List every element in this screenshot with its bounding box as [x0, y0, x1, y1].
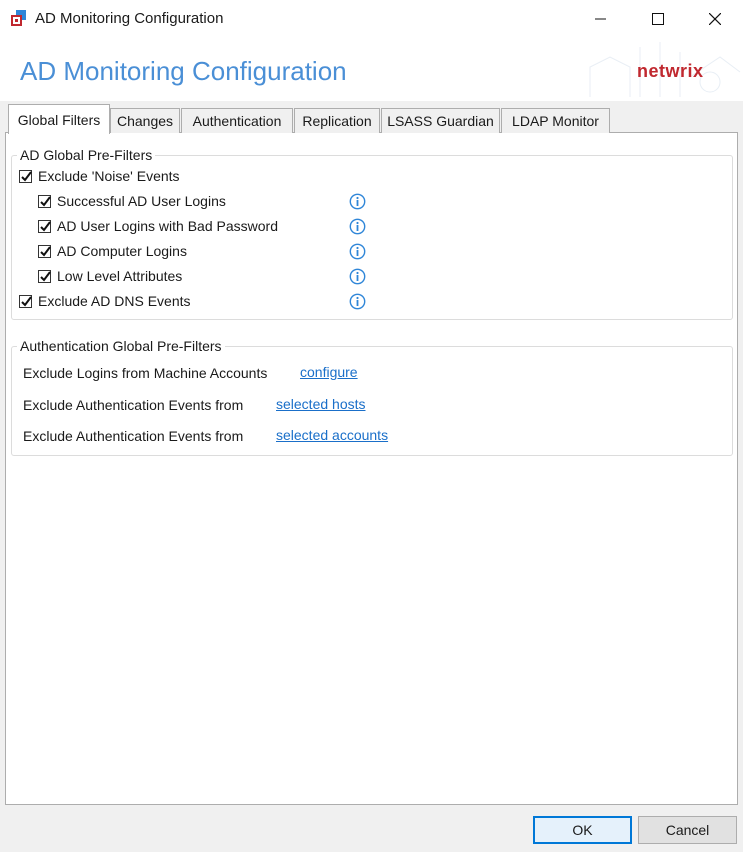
tab-global-filters[interactable]: Global Filters — [8, 104, 110, 134]
successful-ad-user-logins-checkbox[interactable]: Successful AD User Logins — [38, 191, 226, 211]
info-icon[interactable] — [349, 268, 366, 285]
ad-user-logins-bad-password-checkbox[interactable]: AD User Logins with Bad Password — [38, 216, 278, 236]
minimize-button[interactable] — [572, 0, 629, 37]
window-title: AD Monitoring Configuration — [35, 10, 224, 27]
auth-events-hosts-label: Exclude Authentication Events from — [23, 397, 244, 413]
info-icon[interactable] — [349, 193, 366, 210]
tab-lsass-guardian[interactable]: LSASS Guardian — [381, 108, 500, 133]
low-level-attributes-checkbox[interactable]: Low Level Attributes — [38, 266, 182, 286]
close-button[interactable] — [686, 0, 743, 37]
info-icon[interactable] — [349, 218, 366, 235]
checkbox-label: AD User Logins with Bad Password — [57, 218, 278, 234]
checkbox-label: Successful AD User Logins — [57, 193, 226, 209]
checkmark-icon — [40, 220, 51, 232]
checkmark-icon — [21, 295, 32, 307]
maximize-icon — [651, 12, 664, 25]
checkbox-box[interactable] — [19, 294, 32, 308]
checkbox-box[interactable] — [38, 219, 51, 233]
checkmark-icon — [40, 195, 51, 207]
selected-accounts-link[interactable]: selected accounts — [276, 427, 388, 443]
auth-events-accounts-label: Exclude Authentication Events from — [23, 428, 244, 444]
tab-ldap-monitor[interactable]: LDAP Monitor — [501, 108, 610, 133]
ad-computer-logins-checkbox[interactable]: AD Computer Logins — [38, 241, 187, 261]
exclude-noise-events-checkbox[interactable]: Exclude 'Noise' Events — [19, 166, 180, 186]
minimize-icon — [594, 18, 606, 19]
tab-authentication[interactable]: Authentication — [181, 108, 293, 133]
maximize-button[interactable] — [629, 0, 686, 37]
checkmark-icon — [21, 170, 32, 182]
machine-accounts-label: Exclude Logins from Machine Accounts — [23, 365, 268, 381]
exclude-ad-dns-events-checkbox[interactable]: Exclude AD DNS Events — [19, 291, 191, 311]
selected-hosts-link[interactable]: selected hosts — [276, 396, 366, 412]
checkmark-icon — [40, 245, 51, 257]
tab-changes[interactable]: Changes — [110, 108, 180, 133]
banner-title: AD Monitoring Configuration — [20, 56, 347, 86]
checkbox-label: Low Level Attributes — [57, 268, 183, 284]
checkbox-label: AD Computer Logins — [57, 243, 187, 259]
checkmark-icon — [40, 270, 51, 282]
checkbox-label: Exclude 'Noise' Events — [38, 168, 180, 184]
netwrix-logo: netwrix — [637, 61, 704, 81]
auth-global-prefilters-legend: Authentication Global Pre-Filters — [17, 338, 225, 354]
configure-link[interactable]: configure — [300, 364, 358, 380]
info-icon[interactable] — [349, 293, 366, 310]
ad-global-prefilters-legend: AD Global Pre-Filters — [17, 147, 156, 163]
checkbox-box[interactable] — [19, 169, 32, 183]
ok-button[interactable]: OK — [533, 816, 632, 844]
checkbox-box[interactable] — [38, 194, 51, 208]
cancel-button[interactable]: Cancel — [638, 816, 737, 844]
checkbox-box[interactable] — [38, 269, 51, 283]
app-icon — [11, 10, 26, 26]
checkbox-label: Exclude AD DNS Events — [38, 293, 191, 309]
close-icon — [708, 12, 721, 25]
info-icon[interactable] — [349, 243, 366, 260]
tab-replication[interactable]: Replication — [294, 108, 380, 133]
checkbox-box[interactable] — [38, 244, 51, 258]
